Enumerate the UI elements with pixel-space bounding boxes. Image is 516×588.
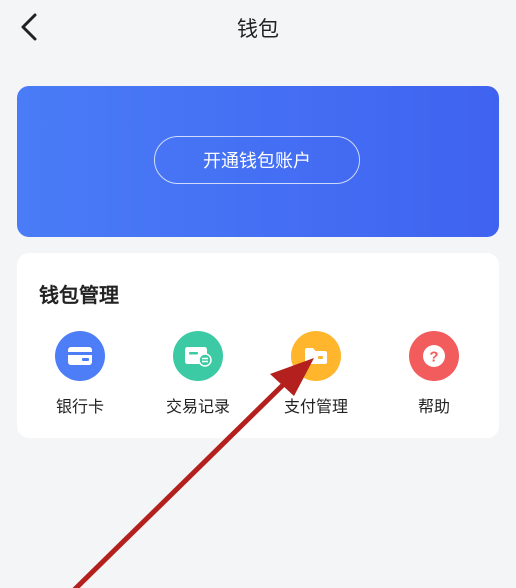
bank-card-icon — [55, 331, 105, 381]
open-wallet-account-button[interactable]: 开通钱包账户 — [154, 136, 360, 184]
transaction-record-label: 交易记录 — [165, 397, 230, 416]
folder-icon — [291, 331, 341, 381]
transaction-record-item[interactable]: 交易记录 — [148, 331, 248, 421]
svg-text:?: ? — [429, 349, 438, 366]
question-icon: ? — [409, 331, 459, 381]
help-item[interactable]: ? 帮助 — [384, 331, 484, 421]
help-label: 帮助 — [417, 397, 450, 416]
top-bar: 钱包 — [0, 0, 516, 56]
wallet-banner: 开通钱包账户 — [17, 86, 499, 237]
wallet-management-card: 钱包管理 银行卡 交易记录 支付管理 ? 帮助 — [17, 253, 499, 438]
section-title: 钱包管理 — [39, 283, 119, 307]
payment-management-item[interactable]: 支付管理 — [266, 331, 366, 421]
page-title: 钱包 — [237, 17, 279, 41]
bank-card-label: 银行卡 — [55, 397, 104, 416]
payment-management-label: 支付管理 — [283, 397, 348, 416]
management-grid: 银行卡 交易记录 支付管理 ? 帮助 — [17, 331, 499, 421]
bank-card-item[interactable]: 银行卡 — [30, 331, 130, 421]
transaction-record-icon — [173, 331, 223, 381]
